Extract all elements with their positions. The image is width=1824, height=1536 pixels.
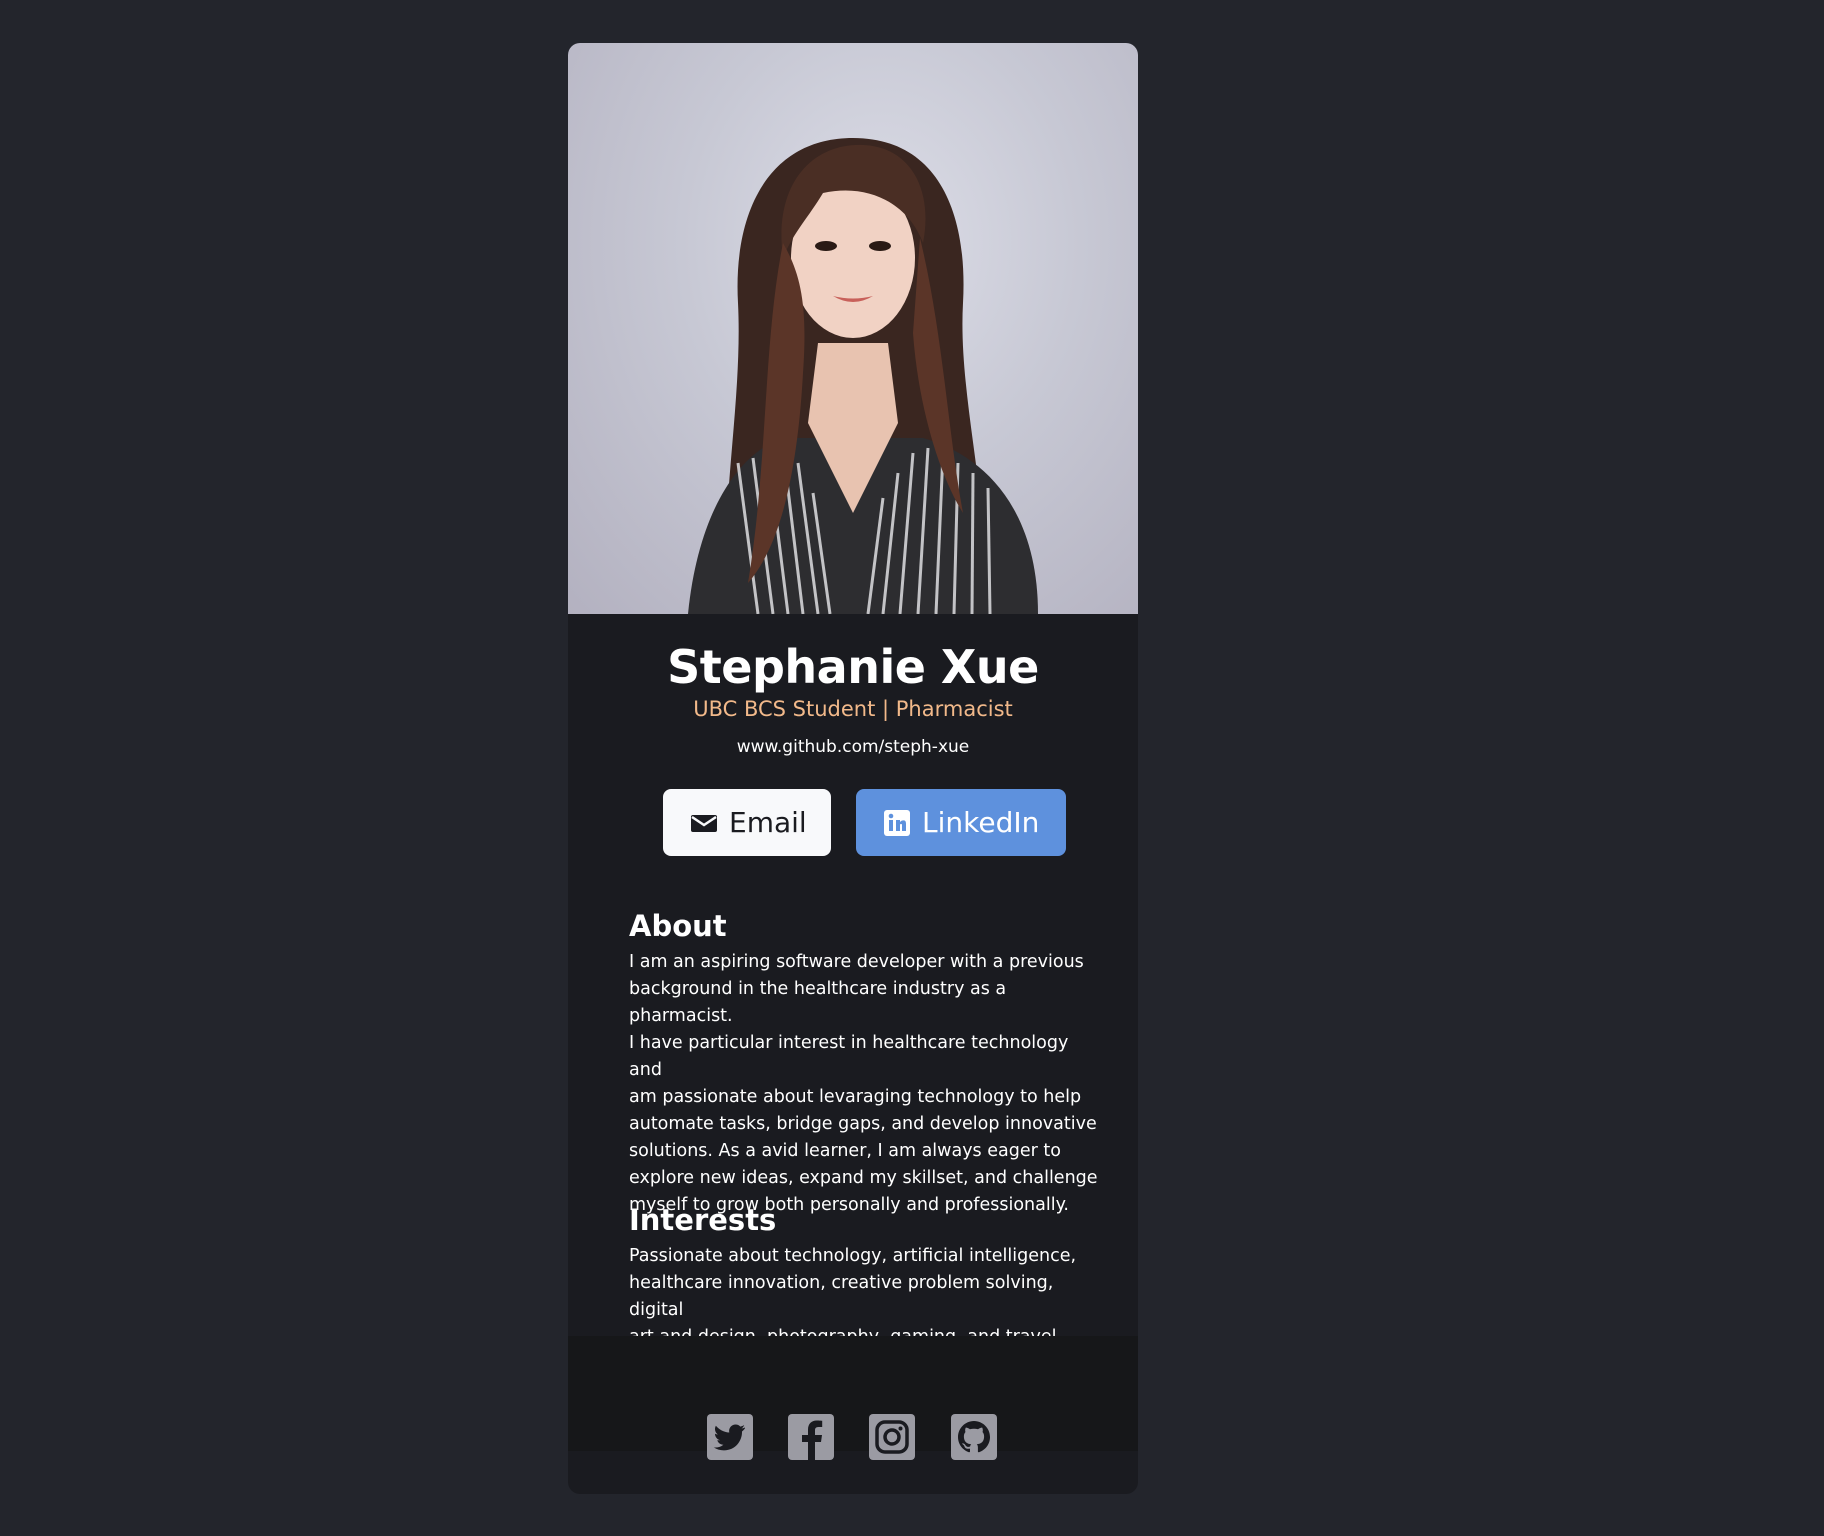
interests-line: healthcare innovation, creative problem … [629, 1273, 1054, 1320]
linkedin-button[interactable]: LinkedIn [856, 789, 1066, 856]
about-line: automate tasks, bridge gaps, and develop… [629, 1114, 1097, 1134]
email-button-label: Email [729, 806, 807, 839]
website-link[interactable]: www.github.com/steph-xue [568, 737, 1138, 757]
card-footer [568, 1336, 1138, 1451]
twitter-icon[interactable] [707, 1414, 753, 1460]
profile-photo [568, 43, 1138, 614]
page: Stephanie Xue UBC BCS Student | Pharmaci… [0, 0, 1824, 1536]
envelope-icon [691, 813, 717, 833]
about-line: I have particular interest in healthcare… [629, 1033, 1069, 1080]
interests-text: Passionate about technology, artificial … [629, 1243, 1101, 1351]
profile-subtitle: UBC BCS Student | Pharmacist [693, 697, 1013, 721]
interests-title: Interests [629, 1203, 777, 1237]
about-text: I am an aspiring software developer with… [629, 949, 1101, 1219]
facebook-icon[interactable] [788, 1414, 834, 1460]
about-line: explore new ideas, expand my skillset, a… [629, 1168, 1098, 1188]
about-title: About [629, 909, 727, 943]
profile-name: Stephanie Xue [667, 640, 1039, 694]
github-icon[interactable] [951, 1414, 997, 1460]
about-line: background in the healthcare industry as… [629, 979, 1007, 1026]
linkedin-icon [884, 809, 910, 836]
interests-line: Passionate about technology, artificial … [629, 1246, 1077, 1266]
linkedin-button-label: LinkedIn [922, 806, 1040, 839]
about-line: solutions. As a avid learner, I am alway… [629, 1141, 1061, 1161]
about-line: I am an aspiring software developer with… [629, 952, 1084, 972]
instagram-icon[interactable] [869, 1414, 915, 1460]
email-button[interactable]: Email [663, 789, 831, 856]
about-line: am passionate about levaraging technolog… [629, 1087, 1082, 1107]
